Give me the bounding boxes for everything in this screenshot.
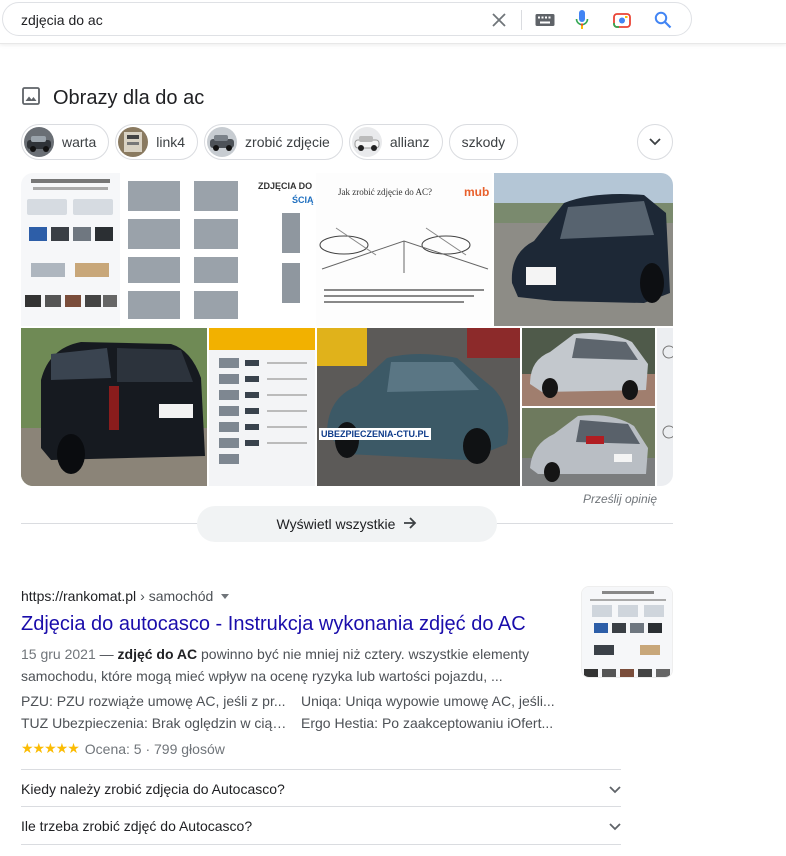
search-divider: [521, 10, 522, 30]
show-all-label: Wyświetl wszystkie: [276, 516, 396, 532]
sitelinks-row: PZU: PZU rozwiąże umowę AC, jeśli z pr..…: [21, 690, 581, 712]
caret-down-icon[interactable]: [221, 593, 230, 599]
image-result[interactable]: Jak zrobić zdjęcie do AC? mub: [316, 173, 492, 326]
result-rating: ★★★★★ Ocena: 5 · 799 głosów: [21, 740, 225, 757]
sitelink-text: Uniqa wypowie umowę AC, jeśli...: [345, 693, 555, 709]
image-result[interactable]: [657, 328, 673, 486]
chip-warta[interactable]: warta: [21, 124, 110, 160]
result-sitelinks: PZU: PZU rozwiąże umowę AC, jeśli z pr..…: [21, 690, 581, 734]
chip-label: zrobić zdjęcie: [245, 134, 330, 150]
search-box[interactable]: zdjęcia do ac: [2, 2, 692, 36]
image-caption: ZDJĘCIA DO PA: [258, 181, 314, 191]
image-filter-chips: warta link4 zrobić zdjęcie allianz szkod…: [21, 124, 519, 160]
result-dash: —: [95, 646, 118, 662]
chip-label: warta: [62, 134, 97, 150]
chip-thumbnail: [24, 127, 54, 157]
keyboard-icon[interactable]: [533, 8, 557, 32]
image-result[interactable]: UBEZPIECZENIA-CTU.PL: [317, 328, 520, 486]
sitelink[interactable]: Ergo Hestia: Po zaakceptowaniu iOfert...: [301, 712, 581, 734]
faq-item[interactable]: Ile trzeba zrobić zdjęć do Autocasco?: [21, 806, 621, 844]
result-domain: https://rankomat.pl: [21, 588, 137, 604]
sitelink[interactable]: Uniqa: Uniqa wypowie umowę AC, jeśli...: [301, 690, 581, 712]
chevron-down-icon: [609, 781, 621, 797]
image-result[interactable]: [522, 408, 655, 486]
sitelink-text: Po zaakceptowaniu iOfert...: [381, 715, 554, 731]
chevron-down-icon: [649, 133, 661, 151]
result-snippet: 15 gru 2021 — zdjęć do AC powinno być ni…: [21, 643, 566, 687]
image-caption: Jak zrobić zdjęcie do AC?: [338, 187, 432, 197]
faq-question: Ile trzeba zrobić zdjęć do Autocasco?: [21, 817, 253, 834]
sitelink-key: Ergo Hestia:: [301, 715, 379, 731]
faq-question: Kiedy należy zrobić zdjęcia do Autocasco…: [21, 780, 285, 797]
top-bar: zdjęcia do ac: [0, 0, 786, 44]
show-all-button[interactable]: Wyświetl wszystkie: [197, 506, 497, 542]
sitelink-key: Uniqa:: [301, 693, 342, 709]
result-breadcrumb: › samochód: [140, 588, 214, 604]
chip-thumbnail: [207, 127, 238, 157]
sitelink-text: Brak oględzin w ciąg...: [151, 715, 292, 731]
image-caption: ŚCIĄG: [292, 195, 314, 205]
chip-link4[interactable]: link4: [115, 124, 199, 160]
feedback-link[interactable]: Prześlij opinię: [583, 492, 657, 506]
chip-allianz[interactable]: allianz: [348, 124, 443, 160]
chip-label: link4: [156, 134, 186, 150]
chip-thumbnail: [351, 127, 382, 157]
chip-zrobic-zdjecie[interactable]: zrobić zdjęcie: [204, 124, 343, 160]
image-caption: UBEZPIECZENIA-CTU.PL: [319, 428, 431, 440]
result-date: 15 gru 2021: [21, 646, 96, 662]
image-result[interactable]: [522, 328, 655, 406]
result-thumbnail[interactable]: [581, 586, 673, 678]
camera-lens-icon[interactable]: [610, 8, 634, 32]
microphone-icon[interactable]: [570, 8, 594, 32]
image-grid: ZDJĘCIA DO PA ŚCIĄG Jak zrobić zdjęcie d…: [21, 173, 673, 486]
arrow-right-icon: [403, 516, 417, 532]
chip-thumbnail: [118, 127, 149, 157]
sitelink[interactable]: PZU: PZU rozwiąże umowę AC, jeśli z pr..…: [21, 690, 301, 712]
image-result[interactable]: [494, 173, 673, 326]
sitelinks-row: TUZ Ubezpieczenia: Brak oględzin w ciąg.…: [21, 712, 581, 734]
clear-icon[interactable]: [487, 8, 511, 32]
image-result[interactable]: [21, 328, 207, 486]
chip-szkody[interactable]: szkody: [448, 124, 519, 160]
sitelink-key: TUZ Ubezpieczenia:: [21, 715, 148, 731]
star-rating-icon: ★★★★★: [21, 740, 80, 756]
chip-label: szkody: [461, 134, 506, 150]
images-title: Obrazy dla do ac: [53, 87, 205, 109]
sitelink-text: PZU rozwiąże umowę AC, jeśli z pr...: [56, 693, 286, 709]
search-icon[interactable]: [651, 8, 675, 32]
result-bold-term: zdjęć do AC: [117, 646, 198, 662]
image-result[interactable]: [209, 328, 315, 486]
sitelink-key: PZU:: [21, 693, 53, 709]
image-icon: [21, 86, 41, 111]
result-title-link[interactable]: Zdjęcia do autocasco - Instrukcja wykona…: [21, 613, 526, 636]
sitelink[interactable]: TUZ Ubezpieczenia: Brak oględzin w ciąg.…: [21, 712, 301, 734]
image-result[interactable]: ZDJĘCIA DO PA ŚCIĄG: [122, 173, 314, 326]
chevron-down-icon: [609, 818, 621, 834]
rating-text: Ocena: 5 · 799 głosów: [84, 740, 225, 757]
faq-divider: [21, 844, 621, 845]
result-url[interactable]: https://rankomat.pl › samochód: [21, 588, 230, 604]
images-section-heading: Obrazy dla do ac: [21, 86, 204, 111]
chips-expand-button[interactable]: [637, 124, 673, 160]
image-caption: mub: [464, 185, 490, 199]
chip-label: allianz: [389, 134, 430, 150]
faq-item[interactable]: Kiedy należy zrobić zdjęcia do Autocasco…: [21, 769, 621, 807]
image-result[interactable]: [21, 173, 120, 326]
search-input[interactable]: zdjęcia do ac: [21, 12, 103, 28]
